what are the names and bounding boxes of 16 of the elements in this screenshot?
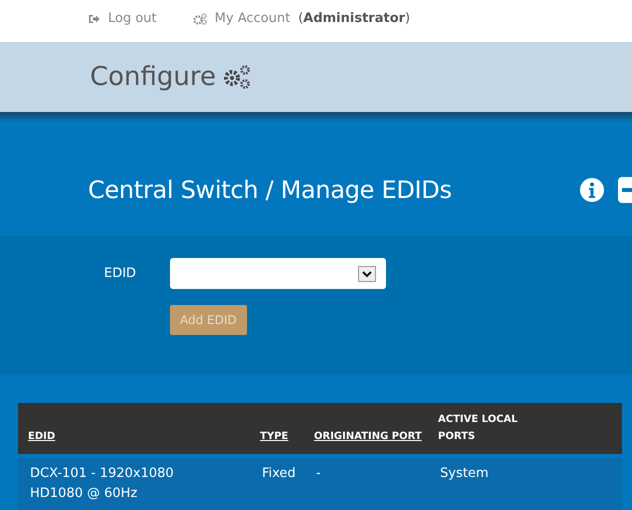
column-header[interactable]: TYPE [260, 428, 288, 445]
table-cell: System [440, 466, 488, 481]
table-cell: Fixed [262, 466, 296, 481]
table-cell: DCX-101 - 1920x1080 HD1080 @ 60Hz [30, 466, 174, 501]
column-header: ACTIVE LOCAL PORTS [438, 413, 519, 444]
table-cell: - [316, 466, 321, 481]
section-title: Central Switch / Manage EDIDs [88, 176, 453, 204]
column-header[interactable]: EDID [28, 428, 56, 445]
gears-icon [192, 12, 207, 24]
page-title: Configure [90, 62, 216, 92]
gears-icon [222, 64, 252, 90]
logout-link[interactable]: Log out [88, 11, 157, 26]
field-label: EDID [104, 266, 138, 281]
info-icon[interactable] [580, 178, 604, 202]
account-link[interactable]: My Account (Administrator) [192, 11, 410, 26]
logout-icon [88, 14, 100, 24]
